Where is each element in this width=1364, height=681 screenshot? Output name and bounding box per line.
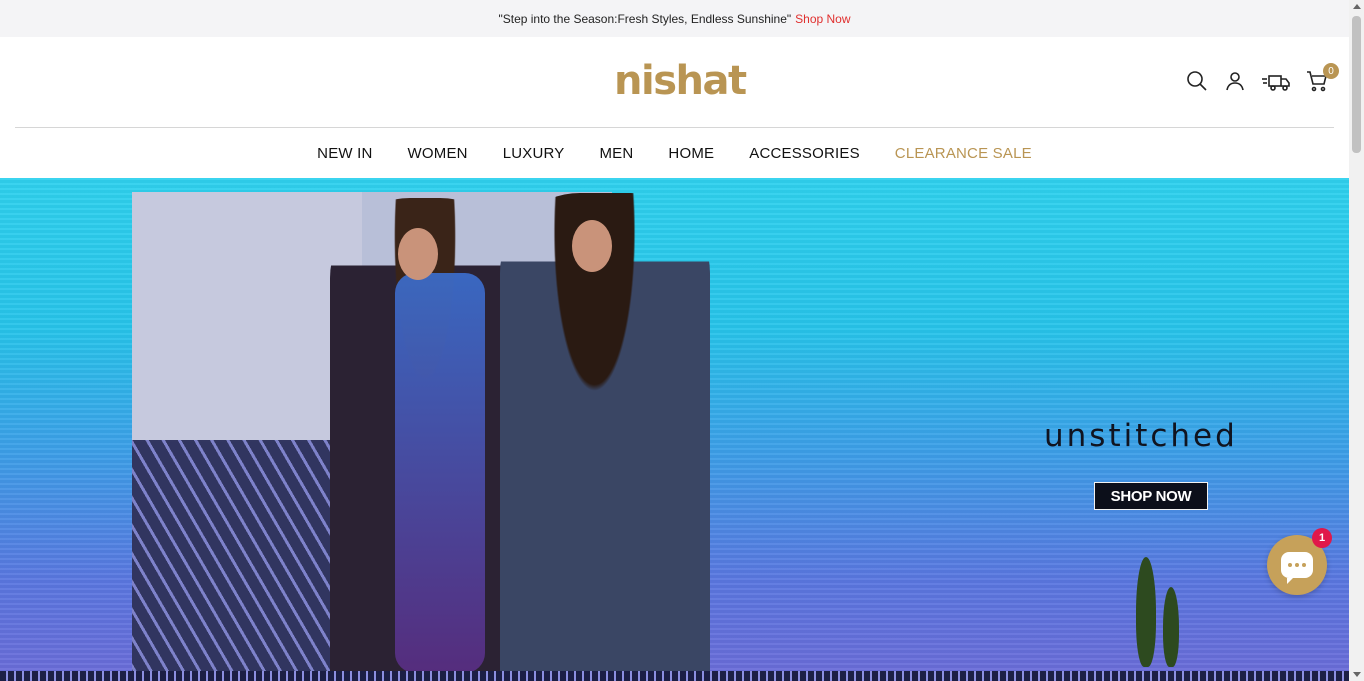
announcement-bar: "Step into the Season:Fresh Styles, Endl… [0, 0, 1349, 37]
nav-item-home[interactable]: HOME [668, 145, 714, 162]
hero-model-left-face [398, 228, 438, 280]
hero-shop-now-button[interactable]: SHOP NOW [1094, 482, 1208, 510]
scrollbar-thumb[interactable] [1352, 16, 1361, 153]
nav-item-men[interactable]: MEN [599, 145, 633, 162]
announcement-text: "Step into the Season:Fresh Styles, Endl… [498, 11, 792, 26]
main-nav: NEW IN WOMEN LUXURY MEN HOME ACCESSORIES… [0, 128, 1349, 178]
chat-notification-badge: 1 [1312, 528, 1332, 548]
hero-tree [1163, 587, 1179, 667]
hero-title: unstitched [1044, 418, 1238, 454]
account-icon[interactable] [1223, 69, 1247, 93]
nav-item-accessories[interactable]: ACCESSORIES [749, 145, 860, 162]
nav-item-clearance-sale[interactable]: CLEARANCE SALE [895, 145, 1032, 162]
nishat-logo[interactable]: nishat [614, 61, 747, 101]
scroll-up-icon[interactable] [1353, 4, 1361, 9]
header-icons: 0 [1185, 63, 1339, 93]
hero-model-right [500, 193, 710, 681]
page-scrollbar[interactable] [1349, 0, 1364, 681]
delivery-truck-icon[interactable] [1261, 69, 1291, 93]
nav-item-luxury[interactable]: LUXURY [503, 145, 565, 162]
nav-item-women[interactable]: WOMEN [408, 145, 468, 162]
hero-model-left-scarf [395, 273, 485, 673]
chat-icon [1281, 552, 1313, 584]
cart-icon[interactable]: 0 [1305, 63, 1339, 93]
scroll-down-icon[interactable] [1353, 672, 1361, 677]
cart-count-badge: 0 [1323, 63, 1339, 79]
hero-tree [1136, 557, 1156, 667]
search-icon[interactable] [1185, 69, 1209, 93]
site-header: nishat 0 [0, 37, 1349, 127]
nav-item-new-in[interactable]: NEW IN [317, 145, 372, 162]
announcement-shop-now-link[interactable]: Shop Now [795, 12, 850, 26]
hero-model-right-face [572, 220, 612, 272]
hero-backdrop-light [132, 192, 362, 442]
hero-ground-strip [0, 671, 1349, 681]
